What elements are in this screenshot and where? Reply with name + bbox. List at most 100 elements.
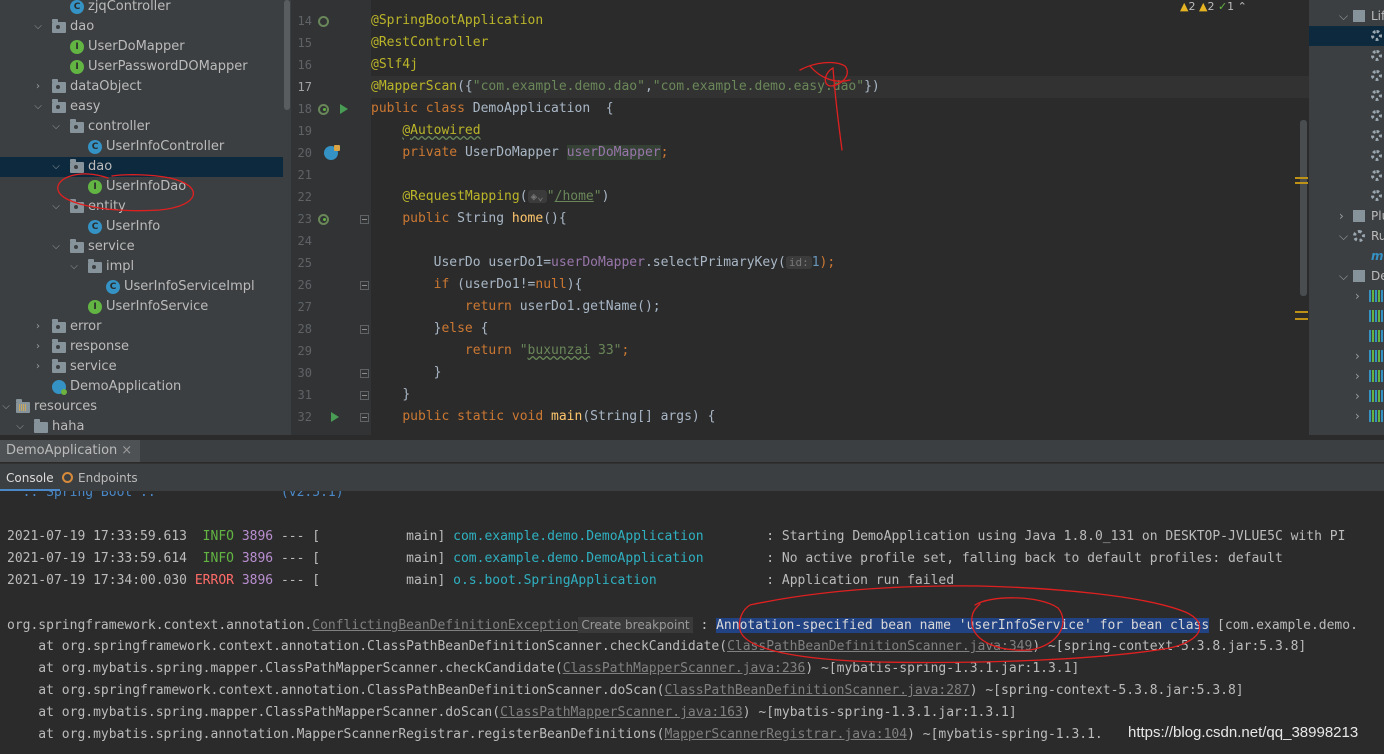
right-item[interactable]: ⌵ Lif — [1309, 6, 1384, 26]
right-item[interactable] — [1309, 326, 1384, 346]
tree-item-userinfocontroller[interactable]: C UserInfoController — [0, 137, 283, 157]
chevron-right-icon[interactable]: › — [32, 77, 44, 97]
exception-class-link[interactable]: ConflictingBeanDefinitionException — [312, 618, 578, 633]
tree-item-userdomapper[interactable]: I UserDoMapper — [0, 37, 283, 57]
spring-bean-icon[interactable] — [318, 104, 329, 115]
stack-link[interactable]: ClassPathBeanDefinitionScanner.java:349 — [727, 639, 1032, 654]
tree-item-userinfoserviceimpl[interactable]: C UserInfoServiceImpl — [0, 277, 283, 297]
right-item[interactable]: › — [1309, 366, 1384, 386]
run-tab-demoapplication[interactable]: DemoApplication × — [0, 440, 141, 462]
tree-item-userpassworddomapper[interactable]: I UserPasswordDOMapper — [0, 57, 283, 77]
tree-item-service[interactable]: ⌵ service — [0, 237, 283, 257]
globe-icon[interactable]: ◈⌄ — [527, 190, 547, 203]
run-icon[interactable] — [340, 104, 348, 114]
right-item[interactable] — [1309, 186, 1384, 206]
tree-item-dao[interactable]: ⌵ dao — [0, 17, 283, 37]
fold-icon[interactable] — [360, 325, 369, 334]
stack-link[interactable]: ClassPathMapperScanner.java:163 — [500, 705, 743, 720]
error-stripe-marker[interactable] — [1295, 311, 1308, 313]
right-item[interactable]: › — [1309, 346, 1384, 366]
tree-item-userinfoservice[interactable]: I UserInfoService — [0, 297, 283, 317]
chevron-right-icon[interactable]: › — [1355, 346, 1360, 366]
right-tool-panel[interactable]: ⌵Lif ›Plu ⌵Ru m ⌵De › › › › › — [1309, 0, 1384, 435]
scrollbar-thumb[interactable] — [284, 0, 290, 110]
request-mapping-icon[interactable] — [318, 214, 329, 225]
editor-scrollbar[interactable] — [1300, 120, 1307, 296]
tab-console[interactable]: Console — [0, 464, 60, 492]
tree-item-demoapplication[interactable]: DemoApplication — [0, 377, 283, 397]
selected-text[interactable]: Annotation-specified bean name 'userInfo… — [716, 618, 1210, 633]
chevron-right-icon[interactable]: › — [32, 357, 44, 377]
chevron-right-icon[interactable]: › — [32, 317, 44, 337]
chevron-right-icon[interactable]: › — [1355, 406, 1360, 426]
chevron-right-icon[interactable]: › — [1355, 386, 1360, 406]
chevron-down-icon[interactable]: ⌵ — [1339, 226, 1348, 246]
tree-item-easy[interactable]: ⌵ easy — [0, 97, 283, 117]
tree-item-haha[interactable]: ⌵ haha — [0, 417, 283, 435]
tree-item-resources[interactable]: ⌵ resources — [0, 397, 283, 417]
tree-item-service-root[interactable]: › service — [0, 357, 283, 377]
tree-item-zjqcontroller[interactable]: C zjqController — [0, 0, 283, 17]
right-item[interactable]: › — [1309, 406, 1384, 426]
tree-item-response[interactable]: › response — [0, 337, 283, 357]
right-item[interactable] — [1309, 126, 1384, 146]
right-item[interactable]: › — [1309, 386, 1384, 406]
tree-item-easy-dao[interactable]: ⌵ dao — [0, 157, 283, 177]
chevron-right-icon[interactable]: › — [1355, 286, 1360, 306]
chevron-right-icon[interactable]: › — [1355, 366, 1360, 386]
right-item[interactable]: ⌵ Ru — [1309, 226, 1384, 246]
chevron-down-icon[interactable]: ⌵ — [32, 17, 44, 37]
chevron-up-icon[interactable]: ⌃ — [1238, 0, 1247, 13]
code-editor[interactable]: @SpringBootApplication @RestController @… — [371, 0, 1309, 435]
tree-item-error[interactable]: › error — [0, 317, 283, 337]
tab-endpoints[interactable]: Endpoints — [62, 464, 138, 492]
chevron-down-icon[interactable]: ⌵ — [68, 257, 80, 277]
error-stripe-marker[interactable] — [1295, 177, 1308, 179]
chevron-down-icon[interactable]: ⌵ — [0, 397, 12, 417]
chevron-down-icon[interactable]: ⌵ — [1339, 266, 1348, 286]
right-item[interactable] — [1309, 306, 1384, 326]
inspection-widget[interactable]: ▲2 ▲2 ✓1 ⌃ — [1180, 0, 1247, 13]
tree-item-dataobject[interactable]: › dataObject — [0, 77, 283, 97]
console-output[interactable]: :: Spring Boot :: (v2.5.1) 2021-07-19 17… — [0, 491, 1384, 754]
tree-item-userinfodao[interactable]: I UserInfoDao — [0, 177, 283, 197]
right-item[interactable] — [1309, 66, 1384, 86]
tree-scrollbar[interactable] — [283, 0, 291, 435]
stack-link[interactable]: MapperScannerRegistrar.java:104 — [664, 727, 907, 742]
project-tree[interactable]: C zjqController ⌵ dao I UserDoMapper I U… — [0, 0, 283, 435]
right-item[interactable] — [1309, 166, 1384, 186]
autowired-bean-icon[interactable] — [324, 145, 340, 160]
chevron-right-icon[interactable]: › — [1339, 206, 1344, 226]
create-breakpoint-button[interactable]: Create breakpoint — [578, 617, 693, 633]
fold-icon[interactable] — [360, 369, 369, 378]
chevron-down-icon[interactable]: ⌵ — [50, 237, 62, 257]
spring-bean-icon[interactable] — [318, 16, 329, 27]
tree-item-entity[interactable]: ⌵ entity — [0, 197, 283, 217]
editor-gutter[interactable]: 14 15 16 17 18 19 20 21 22 23 24 25 26 2… — [291, 0, 371, 435]
fold-icon[interactable] — [360, 391, 369, 400]
stack-link[interactable]: ClassPathMapperScanner.java:236 — [563, 661, 806, 676]
chevron-down-icon[interactable]: ⌵ — [50, 197, 62, 217]
error-stripe-marker[interactable] — [1295, 182, 1308, 184]
tree-item-controller[interactable]: ⌵ controller — [0, 117, 283, 137]
right-item[interactable] — [1309, 146, 1384, 166]
chevron-down-icon[interactable]: ⌵ — [32, 97, 44, 117]
right-item-selected[interactable] — [1309, 26, 1384, 46]
right-item[interactable]: › — [1309, 286, 1384, 306]
chevron-down-icon[interactable]: ⌵ — [50, 157, 62, 177]
fold-icon[interactable] — [360, 215, 369, 224]
chevron-down-icon[interactable]: ⌵ — [1339, 6, 1348, 26]
chevron-down-icon[interactable]: ⌵ — [50, 117, 62, 137]
error-stripe-marker[interactable] — [1295, 318, 1308, 320]
tree-item-impl[interactable]: ⌵ impl — [0, 257, 283, 277]
stack-link[interactable]: ClassPathBeanDefinitionScanner.java:287 — [664, 683, 969, 698]
right-item[interactable]: ⌵ De — [1309, 266, 1384, 286]
chevron-down-icon[interactable]: ⌵ — [14, 417, 26, 435]
right-item[interactable] — [1309, 86, 1384, 106]
chevron-right-icon[interactable]: › — [32, 337, 44, 357]
right-item[interactable]: m — [1309, 246, 1384, 266]
right-item[interactable] — [1309, 106, 1384, 126]
tree-item-userinfo[interactable]: C UserInfo — [0, 217, 283, 237]
right-item[interactable] — [1309, 46, 1384, 66]
right-item[interactable]: ›Plu — [1309, 206, 1384, 226]
